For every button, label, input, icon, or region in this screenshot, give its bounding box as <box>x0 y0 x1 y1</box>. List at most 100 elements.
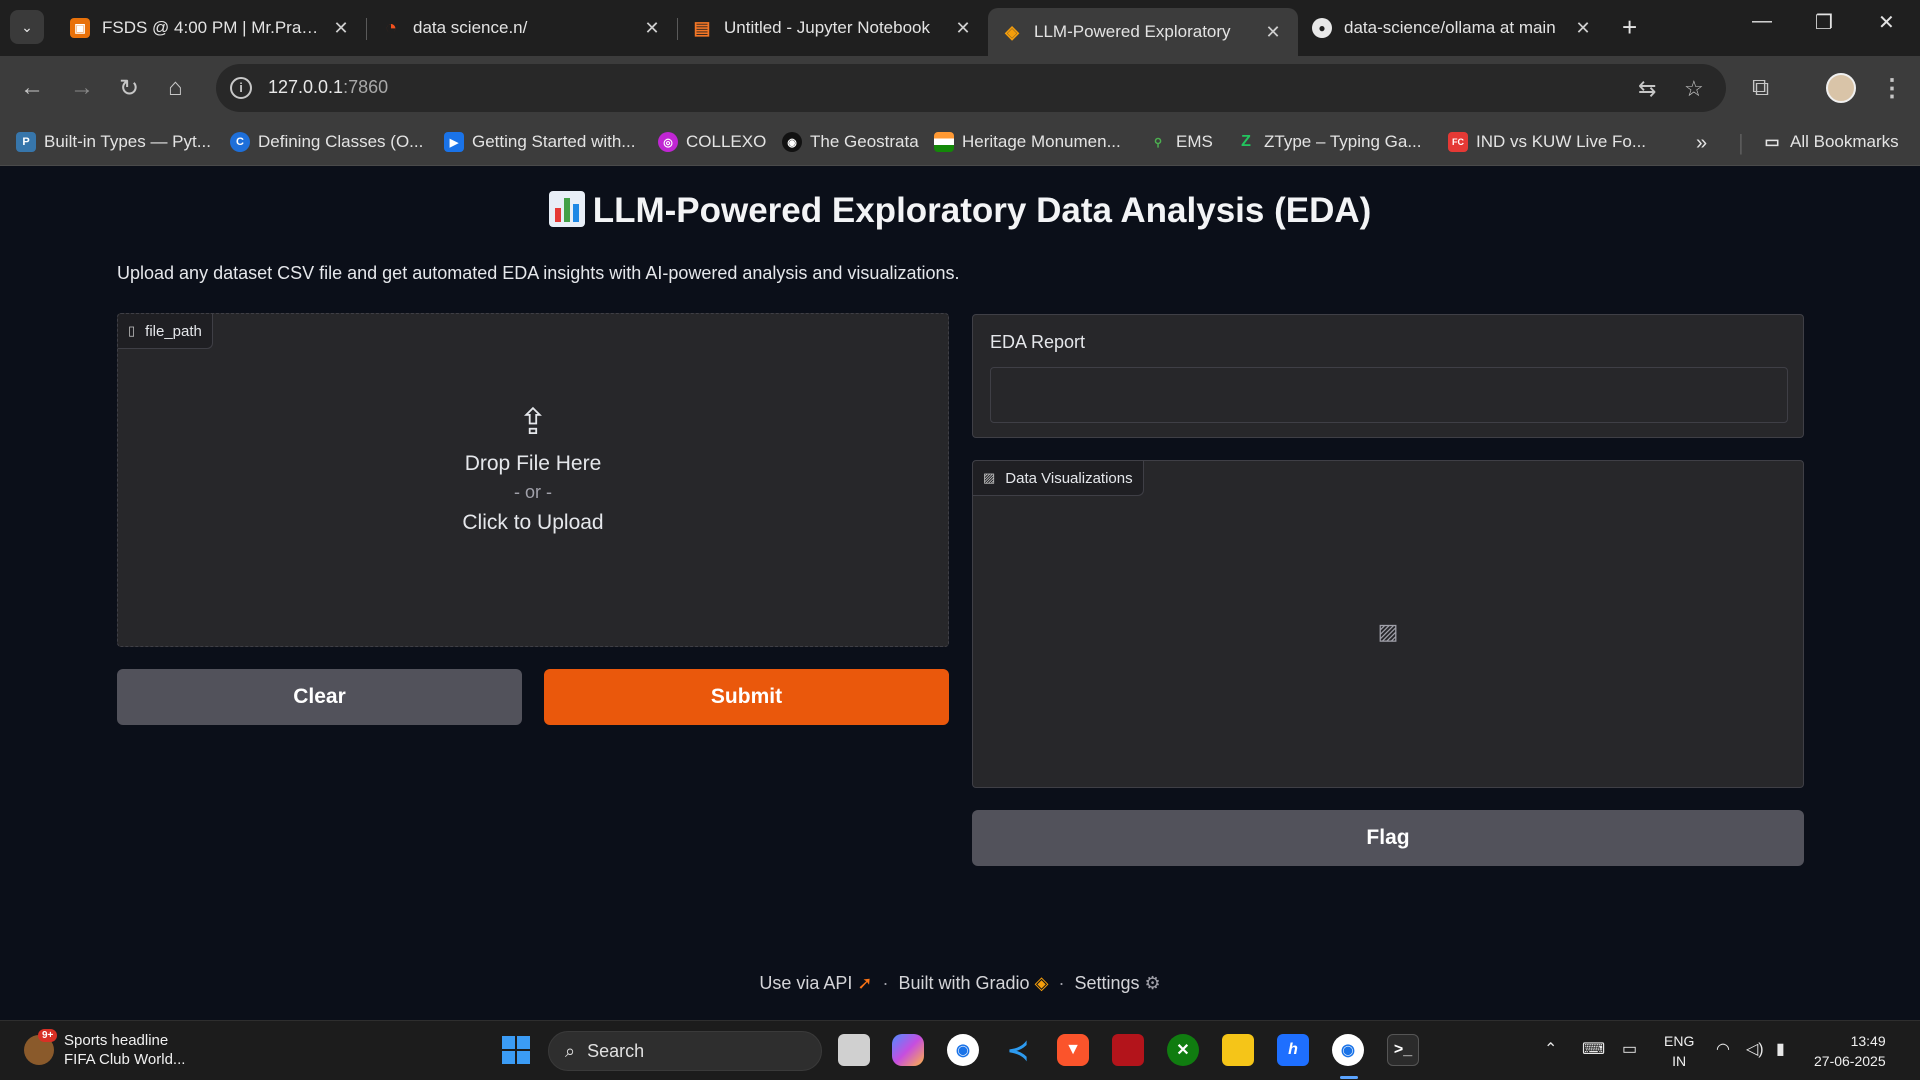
image-placeholder-icon: ▨ <box>1377 618 1399 644</box>
minimize-icon[interactable]: — <box>1752 10 1772 33</box>
bookmark-item[interactable]: FC IND vs KUW Live Fo... <box>1448 132 1646 152</box>
wifi-icon[interactable]: ◠ <box>1716 1039 1730 1059</box>
close-icon[interactable]: ✕ <box>641 18 663 39</box>
tab-title: data-science/ollama at main <box>1344 18 1556 37</box>
page-description: Upload any dataset CSV file and get auto… <box>117 263 960 283</box>
taskbar-search[interactable]: ⌕ Search <box>548 1031 822 1071</box>
forward-icon[interactable]: → <box>70 74 94 102</box>
windows-start-icon[interactable] <box>500 1034 532 1066</box>
news-widget[interactable]: 9+ Sports headline FIFA Club World... <box>24 1029 185 1069</box>
game-icon[interactable] <box>1112 1034 1144 1066</box>
page-footer: Use via API ➚ · Built with Gradio ◈ · Settin… <box>0 973 1920 994</box>
footer-separator: · <box>1058 973 1065 993</box>
eda-report-label: EDA Report <box>990 332 1086 352</box>
or-text: - or - <box>514 482 552 502</box>
url-port: :7860 <box>343 77 389 97</box>
all-bookmarks-label: All Bookmarks <box>1790 132 1899 151</box>
settings-link-text: Settings <box>1074 973 1140 993</box>
chrome-profile-icon[interactable]: ◉ <box>1332 1034 1364 1066</box>
tab-search-button[interactable]: ⌄ <box>10 10 44 44</box>
all-bookmarks-button[interactable]: ▭ All Bookmarks <box>1762 132 1899 152</box>
bookmark-item[interactable]: ◉ The Geostrata <box>782 132 919 152</box>
bar-chart-icon <box>548 191 585 227</box>
language-code: ENG <box>1664 1033 1695 1049</box>
bookmark-item[interactable]: C Defining Classes (O... <box>230 132 423 152</box>
use-via-api-link[interactable]: Use via API ➚ <box>759 973 872 993</box>
language-indicator[interactable]: ENG IN <box>1664 1031 1694 1071</box>
site-info-icon[interactable]: i <box>230 77 252 99</box>
system-clock[interactable]: 13:49 27-06-2025 <box>1814 1031 1886 1071</box>
brave-icon[interactable]: ▼ <box>1057 1034 1089 1066</box>
new-tab-button[interactable]: + <box>1622 12 1637 43</box>
display-icon[interactable]: ▭ <box>1622 1039 1637 1059</box>
window-close-icon[interactable]: ✕ <box>1878 10 1895 35</box>
bookmark-item[interactable]: Z ZType – Typing Ga... <box>1236 132 1421 152</box>
bookmark-item[interactable]: Heritage Monumen... <box>934 132 1121 152</box>
submit-button[interactable]: Submit <box>544 669 949 725</box>
reload-icon[interactable]: ↻ <box>119 74 139 103</box>
visualizations-label: ▨ Data Visualizations <box>973 461 1144 496</box>
volume-icon[interactable]: ◁) <box>1746 1039 1764 1059</box>
tab-title: FSDS @ 4:00 PM | Mr.Prakash <box>102 18 322 37</box>
tab-llm-eda[interactable]: ◈ LLM-Powered Exploratory ✕ <box>988 8 1298 56</box>
file-upload-dropzone[interactable]: ▯ file_path ⇪ Drop File Here - or - Click… <box>117 313 949 647</box>
settings-link[interactable]: Settings ⚙ <box>1074 973 1160 993</box>
tab-fsds[interactable]: ▣ FSDS @ 4:00 PM | Mr.Prakash ✕ <box>56 8 366 48</box>
xbox-icon[interactable]: ✕ <box>1167 1034 1199 1066</box>
profile-avatar[interactable] <box>1826 73 1856 103</box>
bookmark-item[interactable]: ▶ Getting Started with... <box>444 132 635 152</box>
back-icon[interactable]: ← <box>20 74 44 102</box>
app-h-icon[interactable]: h <box>1277 1034 1309 1066</box>
bookmark-label: Getting Started with... <box>472 132 636 151</box>
home-icon[interactable]: ⌂ <box>168 74 183 102</box>
clock-date: 27-06-2025 <box>1814 1053 1886 1069</box>
bookmark-item[interactable]: ⚲ EMS <box>1148 132 1213 152</box>
task-view-icon[interactable] <box>838 1034 870 1066</box>
extensions-icon[interactable]: ⧉ <box>1752 74 1769 102</box>
bookmark-label: Heritage Monumen... <box>962 132 1121 151</box>
copilot-icon[interactable] <box>892 1034 924 1066</box>
tab-jupyter[interactable]: ▤ Untitled - Jupyter Notebook ✕ <box>678 8 988 48</box>
news-title: Sports headline <box>64 1032 169 1049</box>
more-bookmarks-button[interactable]: » <box>1696 132 1707 155</box>
geostrata-icon: ◉ <box>782 132 802 152</box>
gradio-link-text: Built with Gradio <box>898 973 1030 993</box>
menu-icon[interactable]: ⋮ <box>1880 74 1904 103</box>
built-with-gradio-link[interactable]: Built with Gradio ◈ <box>899 973 1049 993</box>
translate-icon[interactable]: ⇆ <box>1638 76 1656 102</box>
close-icon[interactable]: ✕ <box>952 18 974 39</box>
keyboard-icon[interactable]: ⌨ <box>1582 1039 1605 1059</box>
browser-toolbar: ← → ↻ ⌂ i 127.0.0.1:7860 ⇆ ☆ ⧉ ⋮ <box>0 56 1920 120</box>
file-explorer-icon[interactable] <box>1222 1034 1254 1066</box>
restore-icon[interactable]: ❐ <box>1815 10 1833 35</box>
close-icon[interactable]: ✕ <box>1572 18 1594 39</box>
flag-button[interactable]: Flag <box>972 810 1804 866</box>
terminal-icon[interactable]: >_ <box>1387 1034 1419 1066</box>
file-icon: ▯ <box>128 323 136 338</box>
file-input-label-text: file_path <box>145 322 202 340</box>
tab-github[interactable]: ● data-science/ollama at main ✕ <box>1298 8 1608 48</box>
tab-data-science[interactable]: ◔ data science.n/ ✕ <box>367 8 677 48</box>
page-title: LLM-Powered Exploratory Data Analysis (E… <box>0 191 1920 231</box>
tray-chevron-icon[interactable]: ⌃ <box>1544 1039 1557 1059</box>
close-icon[interactable]: ✕ <box>1262 22 1284 43</box>
clear-button[interactable]: Clear <box>117 669 522 725</box>
url-text[interactable]: 127.0.0.1:7860 <box>268 77 388 98</box>
vscode-icon[interactable]: ≺ <box>1002 1034 1034 1066</box>
file-input-label: ▯ file_path <box>118 314 213 349</box>
bookmark-label: Built-in Types — Pyt... <box>44 132 211 151</box>
bookmark-label: Defining Classes (O... <box>258 132 424 151</box>
eda-report-textbox[interactable] <box>990 367 1788 423</box>
chrome-icon[interactable]: ◉ <box>947 1034 979 1066</box>
c-logo-icon: C <box>230 132 250 152</box>
battery-icon[interactable]: ▮ <box>1776 1039 1785 1059</box>
bookmark-item[interactable]: ◎ COLLEXO <box>658 132 766 152</box>
upload-icon: ⇪ <box>517 401 549 442</box>
bookmark-star-icon[interactable]: ☆ <box>1684 76 1704 102</box>
jupyter-favicon-icon: ▤ <box>693 17 711 38</box>
close-icon[interactable]: ✕ <box>330 18 352 39</box>
click-to-upload-text: Click to Upload <box>462 511 604 534</box>
eda-report-block: EDA Report <box>972 314 1804 438</box>
address-bar[interactable]: i 127.0.0.1:7860 ⇆ ☆ <box>216 64 1726 112</box>
bookmark-item[interactable]: P Built-in Types — Pyt... <box>16 132 211 152</box>
